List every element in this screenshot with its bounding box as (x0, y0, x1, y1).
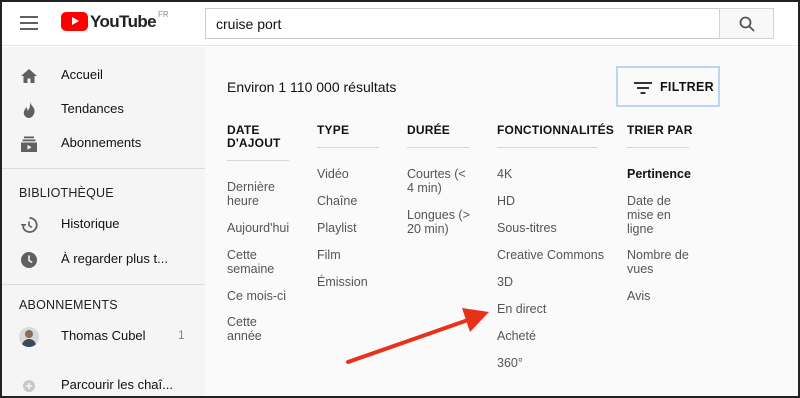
sort-option-rating[interactable]: Avis (627, 289, 650, 303)
clock-icon (21, 252, 37, 268)
filter-option-film[interactable]: Film (317, 248, 341, 262)
sidebar-item-label: Parcourir les chaî... (61, 377, 173, 392)
add-circle-icon (23, 380, 35, 392)
filter-option-video[interactable]: Vidéo (317, 167, 349, 181)
search-box (205, 8, 720, 39)
filter-option-purchased[interactable]: Acheté (497, 329, 536, 343)
filter-option-this-month[interactable]: Ce mois-ci (227, 289, 286, 303)
sidebar: Accueil Tendances Abonnements BIBLIOTHÈQ… (2, 47, 205, 396)
sort-option-relevance[interactable]: Pertinence (627, 167, 691, 181)
column-divider (317, 147, 379, 148)
sidebar-item-label: Historique (61, 216, 120, 231)
logo-text: YouTube (90, 12, 157, 31)
library-section-title: BIBLIOTHÈQUE (19, 186, 114, 200)
channel-new-count: 1 (178, 328, 185, 342)
top-bar: YouTube FR (2, 2, 798, 46)
filter-button[interactable]: FILTRER (616, 66, 720, 107)
column-divider (407, 147, 469, 148)
filter-option-long[interactable]: Longues (> 20 min) (407, 208, 470, 236)
filter-option-today[interactable]: Aujourd'hui (227, 221, 289, 235)
sidebar-item-label: Abonnements (61, 135, 142, 150)
sidebar-divider (2, 168, 205, 169)
sidebar-item-label: À regarder plus t... (61, 251, 168, 266)
filter-option-last-hour[interactable]: Dernière heure (227, 180, 275, 208)
filter-option-subtitles[interactable]: Sous-titres (497, 221, 557, 235)
logo-country-code: FR (158, 10, 169, 19)
search-button[interactable] (719, 8, 774, 39)
hamburger-menu-icon[interactable] (20, 16, 38, 30)
filter-column-header: TYPE (317, 123, 350, 137)
filter-option-live[interactable]: En direct (497, 302, 546, 316)
column-divider (497, 147, 597, 148)
search-results-area: Environ 1 110 000 résultats FILTRER DATE… (205, 47, 798, 396)
filter-button-label: FILTRER (660, 80, 714, 94)
sidebar-item-home[interactable]: Accueil (2, 58, 205, 92)
filter-column-header: FONCTIONNALITÉS (497, 123, 614, 137)
filter-column-type: TYPE (317, 124, 379, 137)
results-count: Environ 1 110 000 résultats (227, 79, 397, 95)
column-divider (227, 160, 289, 161)
filter-option-this-year[interactable]: Cette année (227, 315, 262, 343)
sidebar-item-history[interactable]: Historique (2, 207, 205, 241)
channel-avatar (19, 327, 39, 347)
sort-option-upload-date[interactable]: Date de mise en ligne (627, 194, 671, 236)
filter-column-header: DURÉE (407, 123, 451, 137)
sidebar-item-label: Accueil (61, 67, 103, 82)
filter-column-upload-date: DATE D'AJOUT (227, 124, 289, 150)
column-divider (627, 147, 689, 148)
sidebar-item-label: Tendances (61, 101, 124, 116)
youtube-window: YouTube FR Accueil Tendances Abonnements… (0, 0, 800, 398)
search-icon (739, 16, 755, 32)
sidebar-item-watch-later[interactable]: À regarder plus t... (2, 242, 205, 276)
filter-option-creative-commons[interactable]: Creative Commons (497, 248, 604, 262)
filter-column-header: DATE D'AJOUT (227, 123, 281, 150)
filter-option-show[interactable]: Émission (317, 275, 368, 289)
search-input[interactable] (206, 9, 720, 38)
filter-option-this-week[interactable]: Cette semaine (227, 248, 274, 276)
filter-column-sort-by: TRIER PAR (627, 124, 707, 137)
sidebar-divider (2, 284, 205, 285)
sidebar-item-subscriptions[interactable]: Abonnements (2, 126, 205, 160)
filter-option-3d[interactable]: 3D (497, 275, 513, 289)
flame-icon (23, 102, 35, 118)
filter-option-channel[interactable]: Chaîne (317, 194, 357, 208)
filter-option-short[interactable]: Courtes (< 4 min) (407, 167, 466, 195)
filter-column-features: FONCTIONNALITÉS (497, 123, 614, 137)
subscriptions-icon (21, 136, 37, 152)
youtube-play-icon (61, 12, 88, 31)
history-icon (20, 217, 38, 233)
channel-name: Thomas Cubel (61, 328, 146, 343)
sidebar-item-trending[interactable]: Tendances (2, 92, 205, 126)
filter-option-hd[interactable]: HD (497, 194, 515, 208)
sidebar-item-channel[interactable]: Thomas Cubel 1 (2, 319, 205, 353)
home-icon (21, 69, 37, 83)
youtube-logo[interactable]: YouTube FR (61, 10, 169, 34)
filter-column-duration: DURÉE (407, 124, 469, 137)
subscriptions-section-title: ABONNEMENTS (19, 298, 118, 312)
filter-option-4k[interactable]: 4K (497, 167, 512, 181)
sidebar-item-browse-channels[interactable]: Parcourir les chaî... (2, 368, 205, 396)
filter-option-playlist[interactable]: Playlist (317, 221, 357, 235)
sort-option-view-count[interactable]: Nombre de vues (627, 248, 689, 276)
filter-option-360[interactable]: 360° (497, 356, 523, 370)
filter-icon (634, 82, 652, 94)
filter-column-header: TRIER PAR (627, 123, 693, 137)
